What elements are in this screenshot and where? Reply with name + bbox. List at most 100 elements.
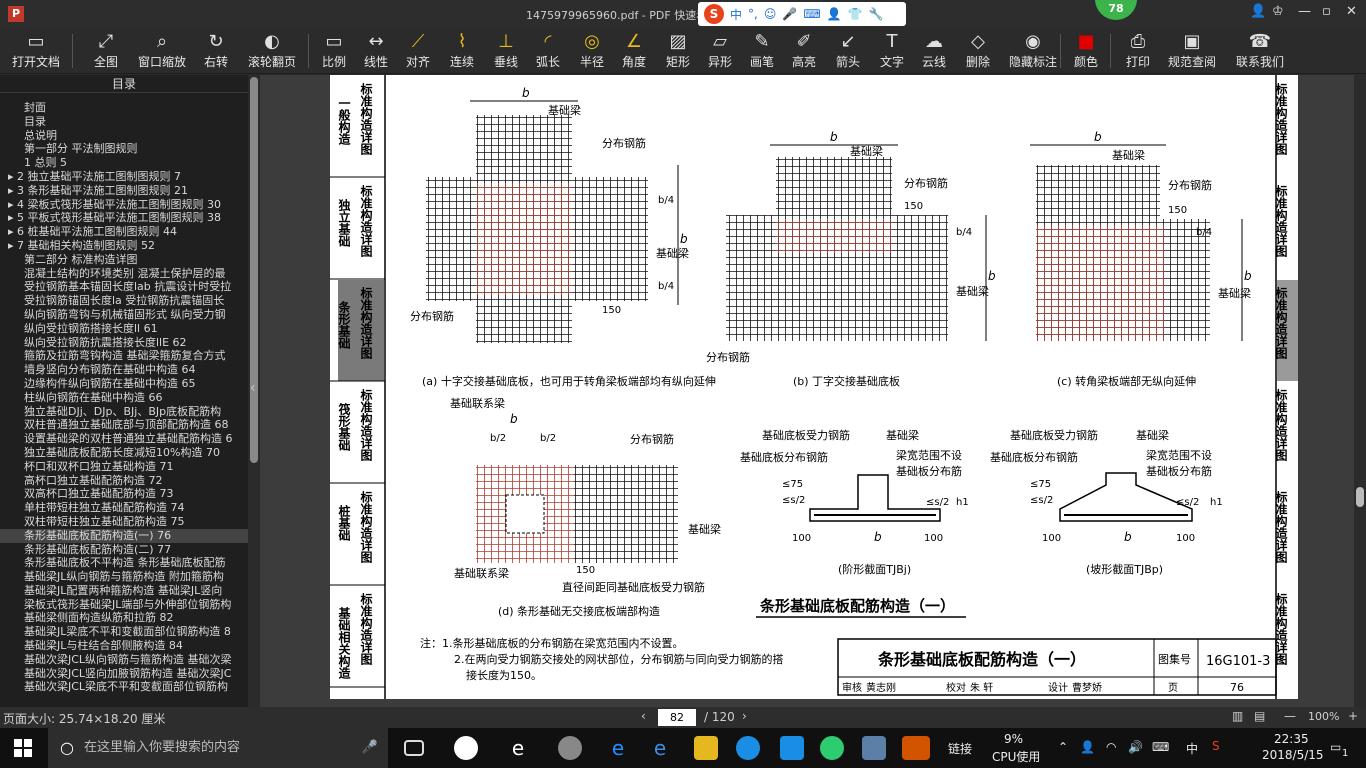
toc-item[interactable]: 第二部分 标准构造详图 [0, 253, 248, 267]
toolbar-linear-button[interactable]: ↔ 线性 [362, 30, 390, 72]
continuous-page-icon[interactable]: ▤ [1254, 709, 1265, 723]
skin-icon[interactable]: 👕 [848, 7, 863, 21]
toolbar-mouse-button[interactable]: ◐ 滚轮翻页 [248, 30, 296, 72]
toolbar-highlight-button[interactable]: ✐ 高亮 [790, 30, 818, 72]
toc-item[interactable]: 受拉钢筋基本锚固长度lab 抗震设计时受拉 [0, 280, 248, 294]
toc-item[interactable]: 基础次梁JCL梁底不平和变截面部位钢筋构 [0, 680, 248, 694]
toc-item[interactable]: 墙身竖向分布钢筋在基础中构造 64 [0, 363, 248, 377]
toc-item[interactable]: 双柱带短柱独立基础配筋构造 75 [0, 515, 248, 529]
toolbar-eraser-button[interactable]: ◇ 删除 [964, 30, 992, 72]
toolbar-perpendicular-button[interactable]: ⊥ 垂线 [492, 30, 520, 72]
zoom-level[interactable]: 100% [1308, 710, 1339, 723]
viewer-scrollbar[interactable] [1354, 75, 1366, 707]
toc-item[interactable]: 条形基础底板配筋构造(一) 76 [0, 528, 248, 543]
toolbar-align-button[interactable]: ⟋ 对齐 [404, 30, 432, 72]
left-tab-4[interactable]: 桩基础 标准构造详图 [330, 490, 385, 586]
ime-indicator[interactable]: 中 [1186, 740, 1198, 757]
left-tab-5[interactable]: 基础相关构造 标准构造详图 [330, 592, 385, 688]
sogou-tray-icon[interactable]: S [1212, 739, 1220, 753]
prev-page-icon[interactable]: ‹ [641, 709, 646, 723]
next-page-icon[interactable]: › [742, 709, 747, 723]
clock-time[interactable]: 22:35 [1274, 732, 1309, 746]
toc-item[interactable]: 受拉钢筋锚固长度la 受拉钢筋抗震锚固长 [0, 294, 248, 308]
toc-item[interactable]: 高杯口独立基础配筋构造 72 [0, 474, 248, 488]
toc-item[interactable]: ▸ 5 平板式筏形基础平法施工图制图规则 38 [0, 211, 248, 225]
toc-item[interactable]: ▸ 3 条形基础平法施工图制图规则 21 [0, 184, 248, 198]
file-explorer-icon[interactable] [694, 736, 718, 760]
toolbar-pen-button[interactable]: ✎ 画笔 [748, 30, 776, 72]
viewer-scroll-thumb[interactable] [1356, 487, 1364, 507]
toolbar-cloud-button[interactable]: ☁ 云线 [920, 30, 948, 72]
toolbar-fullview-button[interactable]: ⤢ 全图 [92, 30, 120, 72]
left-tab-1[interactable]: 独立基础 标准构造详图 [330, 184, 385, 280]
left-tab-0[interactable]: 一般构造 标准构造详图 [330, 82, 385, 178]
right-tab-label[interactable]: 标准构造详图 [1274, 184, 1288, 258]
toc-item[interactable]: 基础梁JL梁底不平和变截面部位钢筋构造 8 [0, 625, 248, 639]
right-tab-label[interactable]: 标准构造详图 [1274, 490, 1288, 564]
toc-item[interactable]: 基础梁JL与柱结合部侧腋构造 84 [0, 639, 248, 653]
left-tab-3[interactable]: 筏形基础 标准构造详图 [330, 388, 385, 484]
toc-item[interactable]: 纵向受拉钢筋抗震搭接长度llE 62 [0, 336, 248, 350]
toc-item[interactable]: 箍筋及拉筋弯钩构造 基础梁箍筋复合方式 [0, 349, 248, 363]
keyboard-icon[interactable]: ⌨ [803, 7, 820, 21]
start-icon[interactable] [14, 739, 32, 757]
toolbar-contact-button[interactable]: ☎ 联系我们 [1234, 30, 1286, 72]
ie-icon[interactable]: e [648, 736, 672, 760]
toc-item[interactable]: 第一部分 平法制图规则 [0, 142, 248, 156]
toolbar-text-button[interactable]: T 文字 [878, 30, 906, 72]
punctuation-icon[interactable]: °, [748, 7, 758, 21]
wifi-icon[interactable]: ◠ [1106, 740, 1116, 754]
right-tab-label[interactable]: 标准构造详图 [1274, 388, 1288, 462]
toc-item[interactable]: 目录 [0, 115, 248, 129]
zoom-in-icon[interactable]: + [1348, 709, 1358, 723]
browser-g-icon[interactable] [736, 736, 760, 760]
toc-item[interactable]: 基础次梁JCL纵向钢筋与箍筋构造 基础次梁 [0, 653, 248, 667]
toc-item[interactable]: 独立基础底板配筋长度减短10%构造 70 [0, 446, 248, 460]
toc-item[interactable]: 设置基础梁的双柱普通独立基础配筋构造 6 [0, 432, 248, 446]
close-icon[interactable]: ✕ [1346, 4, 1357, 19]
toolbar-rectangle-button[interactable]: ▨ 矩形 [664, 30, 692, 72]
toc-item[interactable]: ▸ 2 独立基础平法施工图制图规则 7 [0, 170, 248, 184]
settings-app-icon[interactable] [558, 736, 582, 760]
toc-item[interactable]: ▸ 4 梁板式筏形基础平法施工图制图规则 30 [0, 198, 248, 212]
keyboard-icon[interactable]: ⌨ [1152, 740, 1169, 754]
task-view-icon[interactable] [404, 740, 424, 756]
toc-item[interactable]: 总说明 [0, 129, 248, 143]
toolbar-folder-button[interactable]: ▭ 打开文档 [10, 30, 62, 72]
toc-item[interactable]: 1 总则 5 [0, 156, 248, 170]
toc-item[interactable]: 基础次梁JCL竖向加腋钢筋构造 基础次梁JC [0, 667, 248, 681]
toc-item[interactable]: 柱纵向钢筋在基础中构造 66 [0, 391, 248, 405]
page-input[interactable]: 82 [658, 709, 696, 726]
maximize-icon[interactable]: ▫ [1322, 4, 1331, 19]
toc-scroll-thumb[interactable] [250, 77, 258, 463]
toc-item[interactable]: 基础梁JL纵向钢筋与箍筋构造 附加箍筋构 [0, 570, 248, 584]
toc-item[interactable]: 封面 [0, 101, 248, 115]
toolbar-color-button[interactable]: ■ 颜色 [1072, 30, 1100, 72]
ime-toolbar[interactable]: S 中 °, ☺ 🎤 ⌨ 👤 👕 🔧 [698, 2, 906, 26]
ie-browser-icon[interactable]: e [506, 736, 530, 760]
screenshot-icon[interactable] [862, 736, 886, 760]
taskbar-search-input[interactable]: ○ 在这里输入你要搜索的内容 🎤 [48, 728, 388, 768]
minimize-icon[interactable]: — [1298, 4, 1311, 19]
skin-icon[interactable]: ♔ [1272, 4, 1284, 19]
toolbar-rotate-button[interactable]: ↻ 右转 [202, 30, 230, 72]
toolbar-book-button[interactable]: ▣ 规范查阅 [1168, 30, 1216, 72]
toc-item[interactable]: 混凝土结构的环境类别 混凝土保护层的最 [0, 267, 248, 281]
right-tab-label[interactable]: 标准构造详图 [1274, 82, 1288, 156]
notification-icon[interactable]: ▭ [1330, 740, 1341, 754]
fan-app-icon[interactable] [454, 736, 478, 760]
toolbar-eye-off-button[interactable]: ◉ 隐藏标注 [1006, 30, 1060, 72]
ime-mode[interactable]: 中 [730, 6, 742, 23]
speed-badge[interactable]: 78 [1095, 0, 1137, 20]
toolbar-angle-button[interactable]: ∠ 角度 [620, 30, 648, 72]
toolbar-print-button[interactable]: ⎙ 打印 [1124, 30, 1152, 72]
mic-icon[interactable]: 🎤 [362, 728, 378, 768]
collapse-sidebar-icon[interactable]: ‹ [250, 380, 256, 396]
clock-date[interactable]: 2018/5/15 [1262, 748, 1324, 762]
toc-item[interactable]: ▸ 7 基础相关构造制图规则 52 [0, 239, 248, 253]
toc-item[interactable]: 独立基础DJj、DJp、BJj、BJp底板配筋构 [0, 405, 248, 419]
chevron-up-icon[interactable]: ⌃ [1058, 740, 1068, 754]
toolbar-scale-button[interactable]: ▭ 比例 [320, 30, 348, 72]
toc-item[interactable]: 纵向钢筋弯钩与机械锚固形式 纵向受力钢 [0, 308, 248, 322]
zoom-out-icon[interactable]: — [1284, 709, 1296, 723]
